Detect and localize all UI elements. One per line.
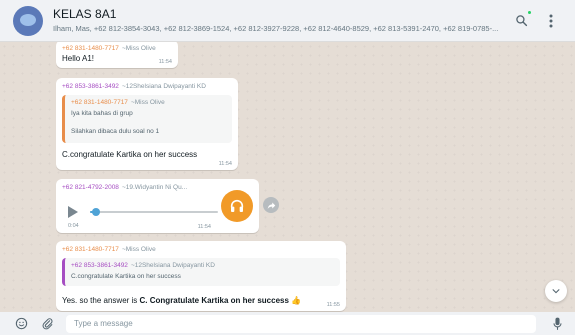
message-composer[interactable] bbox=[0, 312, 575, 335]
message-sender: +62 853-3861-3492 ~12Shelsiana Dwipayanti… bbox=[62, 82, 232, 91]
sender-name: ~Miss Olive bbox=[121, 246, 156, 253]
mic-icon bbox=[552, 317, 562, 330]
quoted-sender-name: ~12Shelsiana Dwipayanti KD bbox=[130, 262, 215, 269]
voice-record-button[interactable] bbox=[546, 312, 568, 335]
chat-title-block[interactable]: KELAS 8A1 Ilham, Mas, +62 812-3854-3043,… bbox=[53, 7, 507, 34]
quoted-text-line: Iya kita bahas di grup bbox=[71, 110, 133, 117]
voice-progress-track[interactable] bbox=[90, 208, 218, 216]
sender-number[interactable]: +62 853-3861-3492 bbox=[62, 83, 119, 90]
thumbs-up-emoji: 👍 bbox=[291, 296, 302, 305]
voice-progress-knob[interactable] bbox=[92, 208, 101, 216]
quoted-sender-number: +62 831-1480-7717 bbox=[71, 99, 128, 106]
sender-name: ~Miss Olive bbox=[121, 45, 156, 52]
search-icon bbox=[515, 15, 527, 27]
voice-player[interactable] bbox=[68, 197, 218, 227]
message-bubble[interactable]: +62 853-3861-3492 ~12Shelsiana Dwipayanti… bbox=[56, 78, 238, 170]
headphones-icon bbox=[230, 199, 244, 212]
quoted-sender: +62 853-3861-3492 ~12Shelsiana Dwipayanti… bbox=[71, 261, 334, 270]
message-time: 11:54 bbox=[158, 59, 172, 65]
message-text-prefix: Yes. so the answer is bbox=[62, 296, 140, 305]
message-time: 11:54 bbox=[218, 161, 232, 167]
chat-header[interactable]: KELAS 8A1 Ilham, Mas, +62 812-3854-3043,… bbox=[0, 0, 575, 42]
emoji-button[interactable] bbox=[10, 312, 32, 335]
message-time: 11:55 bbox=[326, 302, 340, 308]
search-button[interactable] bbox=[507, 7, 535, 35]
quoted-text-line: C.congratulate Kartika on her success bbox=[71, 273, 181, 280]
message-input[interactable] bbox=[66, 314, 536, 333]
message-sender: +62 831-1480-7717 ~Miss Olive bbox=[62, 44, 172, 53]
message-bubble[interactable]: +62 831-1480-7717 ~Miss Olive Hello A1! 1… bbox=[56, 42, 178, 68]
sender-name: ~12Shelsiana Dwipayanti KD bbox=[121, 83, 206, 90]
sender-number[interactable]: +62 831-1480-7717 bbox=[62, 246, 119, 253]
chat-title: KELAS 8A1 bbox=[53, 7, 117, 21]
menu-icon bbox=[549, 14, 553, 27]
quoted-sender-name: ~Miss Olive bbox=[130, 99, 165, 106]
voice-sender-avatar bbox=[221, 190, 253, 222]
chevron-down-icon bbox=[552, 289, 560, 294]
attach-button[interactable] bbox=[36, 312, 58, 335]
forward-icon bbox=[267, 202, 275, 209]
sender-name: ~19.Widyantin Ni Qu... bbox=[121, 184, 188, 191]
play-icon[interactable] bbox=[68, 206, 78, 218]
input-status-dot bbox=[528, 11, 531, 14]
message-text: Yes. so the answer is C. Congratulate Ka… bbox=[62, 295, 340, 306]
message-sender: +62 821-4792-2008 ~19.Widyantin Ni Qu... bbox=[62, 183, 253, 192]
quoted-text-line: Silahkan dibaca dulu soal no 1 bbox=[71, 128, 160, 135]
group-avatar[interactable] bbox=[13, 5, 43, 36]
scroll-down-button[interactable] bbox=[545, 280, 567, 302]
quoted-message[interactable]: +62 853-3861-3492 ~12Shelsiana Dwipayanti… bbox=[62, 258, 340, 286]
message-text: C.congratulate Kartika on her success bbox=[62, 150, 198, 159]
quoted-message[interactable]: +62 831-1480-7717 ~Miss Olive Iya kita ba… bbox=[62, 95, 232, 143]
message-bubble[interactable]: +62 831-1480-7717 ~Miss Olive +62 853-386… bbox=[56, 241, 346, 311]
chat-area[interactable]: +62 831-1480-7717 ~Miss Olive Hello A1! 1… bbox=[0, 42, 575, 312]
message-time: 11:54 bbox=[197, 224, 211, 230]
attach-icon bbox=[42, 318, 52, 330]
quoted-sender: +62 831-1480-7717 ~Miss Olive bbox=[71, 98, 226, 107]
menu-button[interactable] bbox=[537, 7, 565, 35]
sender-number[interactable]: +62 821-4792-2008 bbox=[62, 184, 119, 191]
sender-number[interactable]: +62 831-1480-7717 bbox=[62, 45, 119, 52]
message-sender: +62 831-1480-7717 ~Miss Olive bbox=[62, 245, 340, 254]
message-text: Hello A1! bbox=[62, 54, 95, 63]
chat-members: Ilham, Mas, +62 812-3854-3043, +62 812-3… bbox=[53, 24, 499, 33]
quoted-sender-number: +62 853-3861-3492 bbox=[71, 262, 128, 269]
message-text-bold: C. Congratulate Kartika on her success bbox=[139, 296, 289, 305]
voice-duration: 0:04 bbox=[68, 223, 79, 229]
forward-button[interactable] bbox=[263, 197, 279, 213]
voice-message-bubble[interactable]: +62 821-4792-2008 ~19.Widyantin Ni Qu... … bbox=[56, 179, 259, 233]
emoji-icon bbox=[15, 317, 27, 330]
